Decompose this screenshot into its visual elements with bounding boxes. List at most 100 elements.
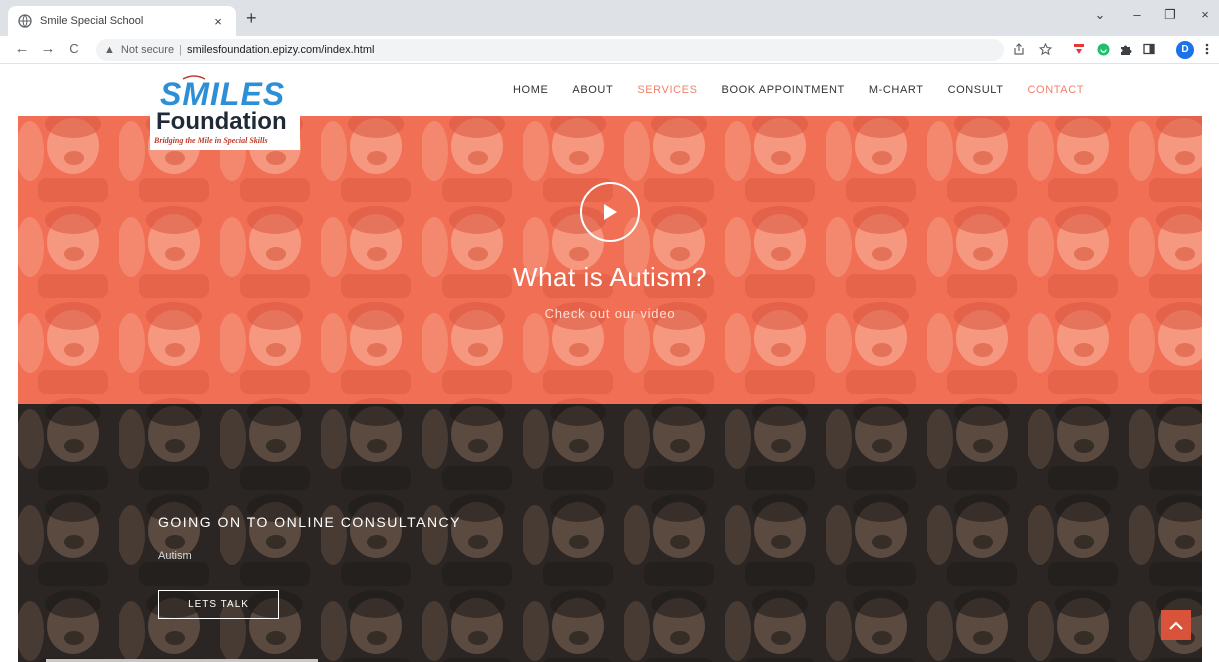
reload-icon[interactable]: C (66, 41, 82, 57)
lets-talk-button[interactable]: LETS TALK (158, 590, 279, 619)
back-to-top-button[interactable] (1161, 610, 1191, 640)
puzzle-icon[interactable] (1118, 43, 1132, 57)
pattern-tile (1127, 490, 1202, 586)
pattern-tile (624, 394, 725, 404)
consultancy-section: GOING ON TO ONLINE CONSULTANCY Autism LE… (18, 404, 1202, 662)
pattern-tile (1028, 394, 1129, 404)
pattern-tile (420, 116, 523, 202)
pattern-tile (925, 586, 1028, 662)
pattern-tile (319, 490, 422, 586)
pattern-tile (927, 394, 1028, 404)
pattern-tile (925, 404, 1028, 490)
logo-subname: Foundation (156, 108, 287, 135)
pattern-tile (1026, 116, 1129, 202)
pattern-tile (18, 394, 119, 404)
security-label[interactable]: Not secure (121, 44, 174, 56)
pattern-tile (723, 116, 826, 202)
pattern-tile (1129, 394, 1202, 404)
pattern-tile (319, 116, 422, 202)
chevron-up-icon (1169, 621, 1183, 630)
browser-tabbar: Smile Special School × + ⌄ – ❐ × (0, 0, 1219, 36)
pattern-tile (18, 116, 119, 202)
consult-heading: GOING ON TO ONLINE CONSULTANCY (158, 514, 462, 530)
play-icon (604, 204, 617, 220)
pattern-tile (319, 404, 422, 490)
pattern-tile (1127, 404, 1202, 490)
pattern-tile (420, 490, 523, 586)
nav-item-services[interactable]: SERVICES (637, 84, 697, 96)
tab-search-icon[interactable]: ⌄ (1090, 7, 1110, 23)
pattern-tile (1127, 116, 1202, 202)
hero-video-section: What is Autism? Check out our video (18, 116, 1202, 404)
pattern-tile (723, 404, 826, 490)
hero-subtitle: Check out our video (544, 306, 676, 321)
nav-item-contact[interactable]: CONTACT (1028, 84, 1085, 96)
main-nav: HOME ABOUT SERVICES BOOK APPOINTMENT M-CHART… (513, 84, 1084, 96)
maximize-icon[interactable]: ❐ (1160, 7, 1180, 23)
pattern-tile (1026, 404, 1129, 490)
logo-tagline: Bridging the Mile in Special Skills (154, 136, 268, 145)
tab-close-icon[interactable]: × (210, 14, 226, 29)
pattern-tile (622, 404, 725, 490)
pattern-tile (925, 116, 1028, 202)
forward-icon[interactable]: → (40, 41, 56, 57)
share-icon[interactable] (1012, 43, 1026, 57)
pattern-tile (723, 490, 826, 586)
pattern-tile (18, 404, 119, 490)
hero-title: What is Autism? (513, 262, 707, 292)
pattern-tile (521, 490, 624, 586)
pattern-tile (523, 394, 624, 404)
nav-item-home[interactable]: HOME (513, 84, 548, 96)
pattern-tile (218, 490, 321, 586)
pattern-tile (420, 586, 523, 662)
web-page: HOME ABOUT SERVICES BOOK APPOINTMENT M-CHART… (0, 64, 1219, 662)
pattern-tile (218, 404, 321, 490)
address-separator: | (179, 44, 182, 56)
browser-tab[interactable]: Smile Special School × (8, 6, 236, 36)
nav-item-about[interactable]: ABOUT (572, 84, 613, 96)
pattern-tile (422, 394, 523, 404)
pattern-tile (1026, 490, 1129, 586)
nav-item-consult[interactable]: CONSULT (948, 84, 1004, 96)
extension-red-icon[interactable] (1072, 43, 1086, 57)
pattern-tile (319, 586, 422, 662)
pattern-tile (622, 490, 725, 586)
profile-avatar[interactable]: D (1176, 41, 1194, 59)
pattern-tile (622, 116, 725, 202)
pattern-tile (420, 404, 523, 490)
pattern-tile (622, 586, 725, 662)
star-icon[interactable] (1038, 42, 1052, 57)
play-video-button[interactable] (580, 182, 640, 242)
new-tab-button[interactable]: + (246, 9, 257, 27)
pattern-tile (723, 586, 826, 662)
pattern-tile (117, 404, 220, 490)
tab-title: Smile Special School (40, 15, 144, 27)
pattern-tile (18, 490, 119, 586)
pattern-tile (824, 404, 927, 490)
pattern-tile (824, 116, 927, 202)
pattern-tile (826, 394, 927, 404)
pattern-tile (521, 404, 624, 490)
globe-icon (18, 14, 32, 28)
nav-item-book-appointment[interactable]: BOOK APPOINTMENT (722, 84, 845, 96)
address-bar[interactable]: ▲ Not secure | smilesfoundation.epizy.co… (96, 39, 1004, 61)
pattern-tile (1026, 586, 1129, 662)
close-window-icon[interactable]: × (1195, 7, 1215, 22)
pattern-tile (220, 394, 321, 404)
pattern-tile (321, 394, 422, 404)
browser-toolbar: ← → C ▲ Not secure | smilesfoundation.ep… (0, 36, 1219, 64)
url-text[interactable]: smilesfoundation.epizy.com/index.html (187, 44, 375, 56)
warning-icon: ▲ (104, 44, 115, 56)
kebab-menu-icon[interactable] (1200, 43, 1214, 57)
extension-green-icon[interactable] (1096, 43, 1110, 57)
pattern-tile (119, 394, 220, 404)
pattern-tile (18, 586, 119, 662)
pattern-tile (824, 586, 927, 662)
site-logo[interactable]: SMILES Foundation Bridging the Mile in S… (150, 72, 300, 150)
consult-subheading: Autism (158, 550, 192, 562)
minimize-icon[interactable]: – (1127, 7, 1147, 22)
back-icon[interactable]: ← (14, 41, 30, 57)
sidepanel-icon[interactable] (1142, 43, 1156, 57)
nav-item-m-chart[interactable]: M-CHART (869, 84, 924, 96)
pattern-tile (725, 394, 826, 404)
